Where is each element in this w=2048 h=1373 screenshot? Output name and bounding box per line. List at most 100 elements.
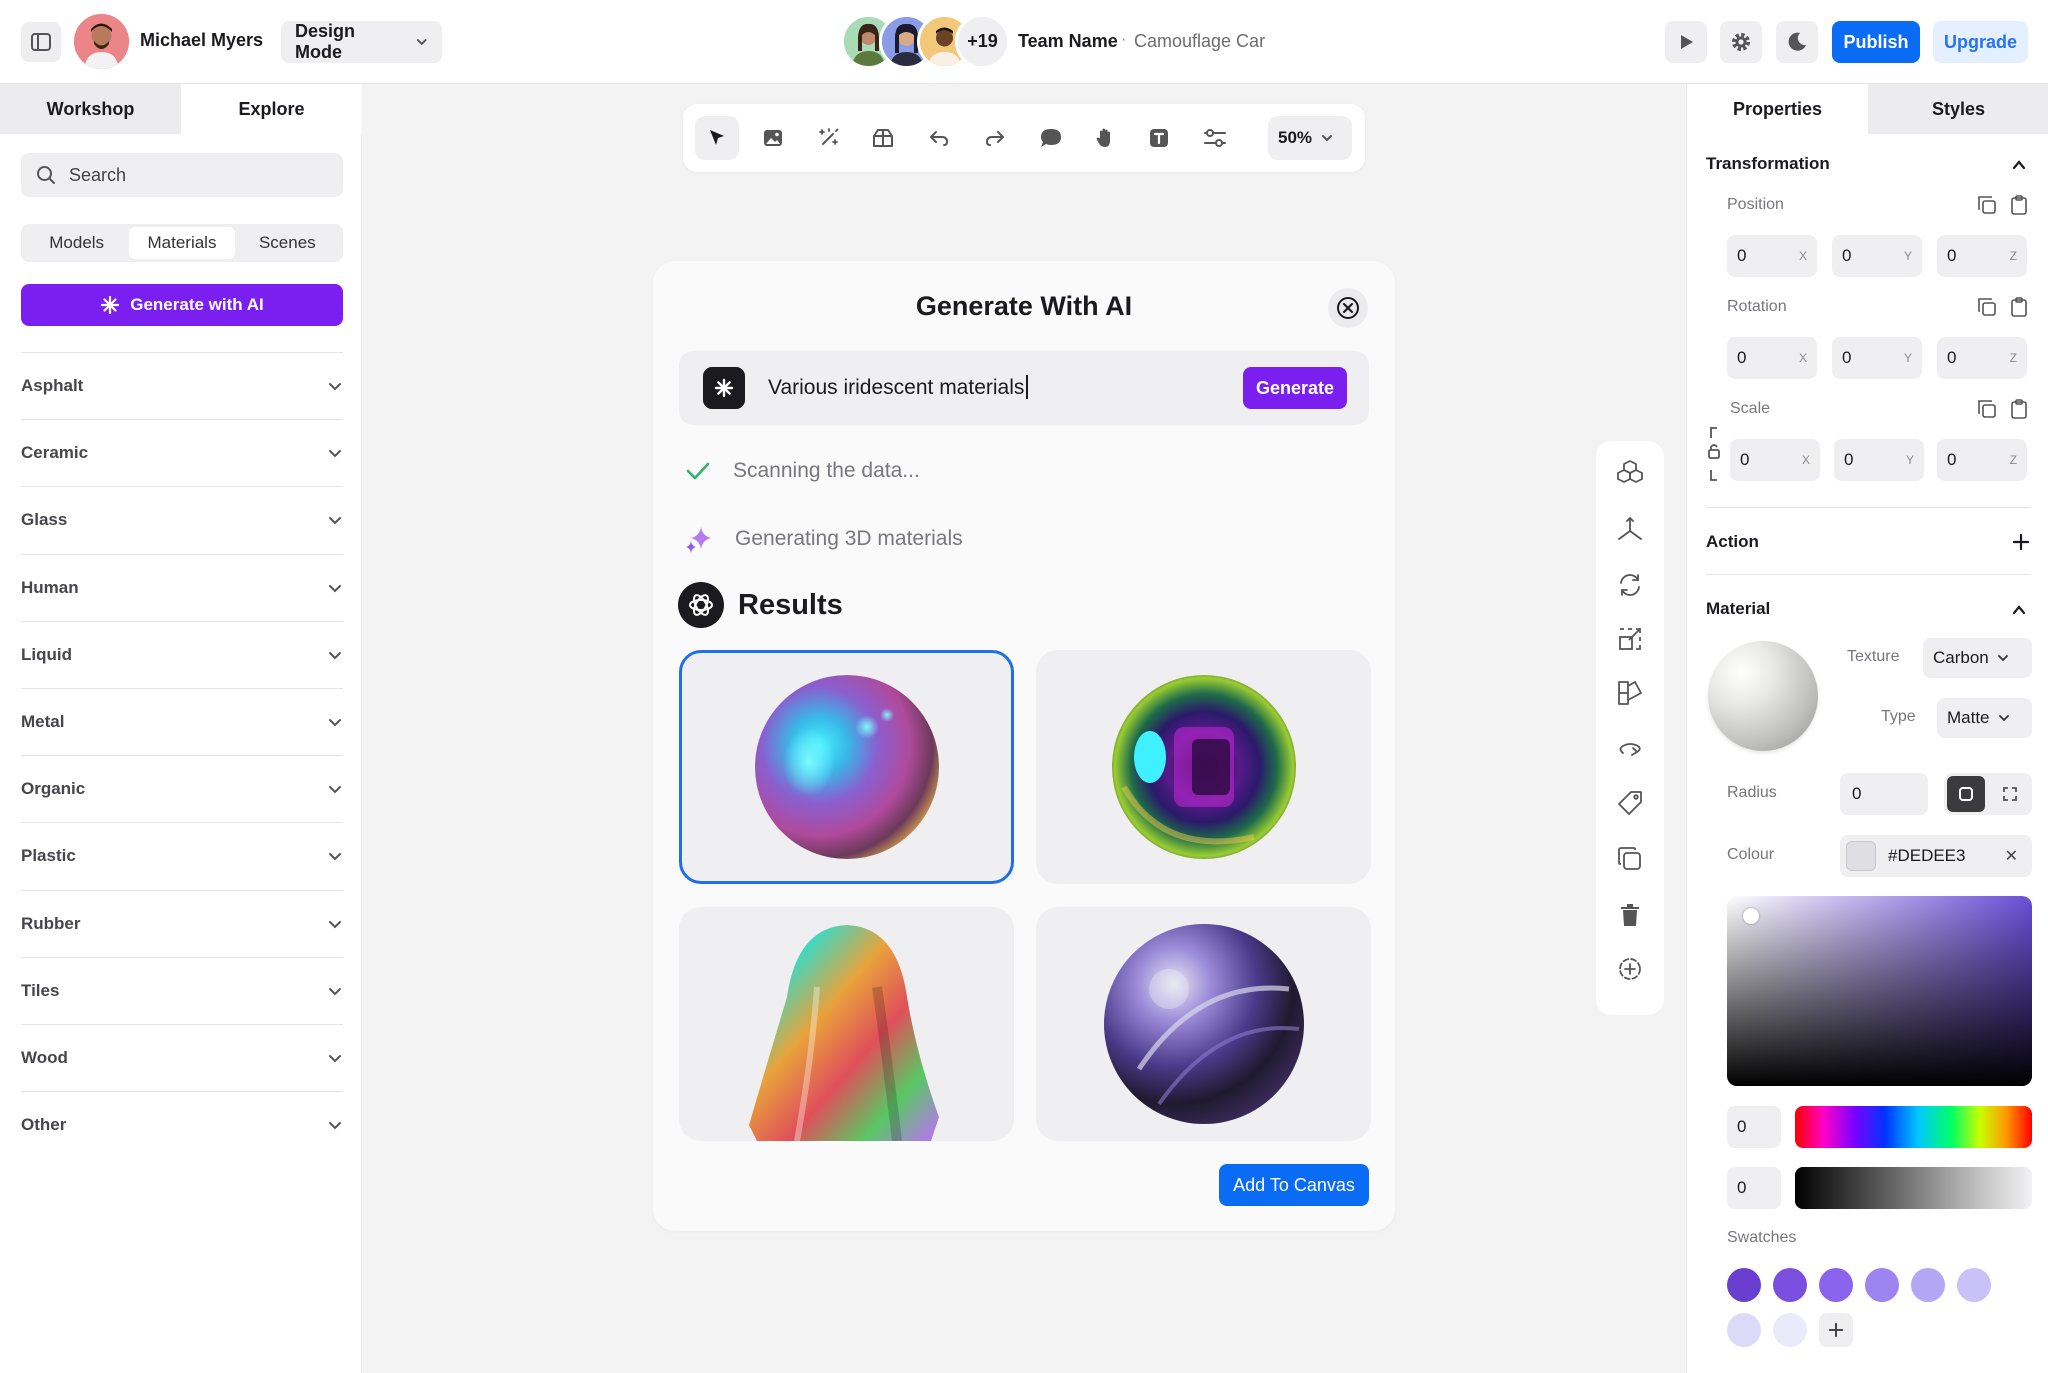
shapes-tool[interactable] [1608,671,1652,715]
clipboard-icon[interactable] [2008,296,2030,318]
tag-tool[interactable] [1608,781,1652,825]
comment-tool[interactable] [1029,116,1073,160]
colour-input[interactable]: #DEDEE3 ✕ [1840,835,2032,877]
prompt-field[interactable]: Various iridescent materials Generate [679,351,1369,425]
copy-icon[interactable] [1976,296,1998,318]
prompt-input[interactable]: Various iridescent materials [768,376,1024,399]
uniform-corners-button[interactable] [1947,776,1985,812]
texture-select[interactable]: Carbon [1923,638,2032,678]
components-tool[interactable] [1608,451,1652,495]
result-card[interactable] [679,650,1014,884]
rotate-tool[interactable] [1608,563,1652,607]
magic-wand-tool[interactable] [807,116,851,160]
category-item[interactable]: Tiles [21,956,343,1024]
upgrade-button[interactable]: Upgrade [1933,21,2028,63]
clipboard-icon[interactable] [2008,194,2030,216]
category-item[interactable]: Asphalt [21,352,343,419]
clipboard-icon[interactable] [2008,398,2030,420]
tab-styles[interactable]: Styles [1868,84,2048,134]
result-card[interactable] [1036,907,1371,1141]
duplicate-tool[interactable] [1608,837,1652,881]
theme-toggle-button[interactable] [1776,21,1818,63]
segment-scenes[interactable]: Scenes [235,227,340,259]
generate-button[interactable]: Generate [1243,367,1347,409]
category-item[interactable]: Glass [21,486,343,553]
category-item[interactable]: Ceramic [21,419,343,486]
swatch[interactable] [1773,1268,1807,1302]
swatch[interactable] [1727,1268,1761,1302]
play-button[interactable] [1665,21,1707,63]
text-tool[interactable] [1137,116,1181,160]
adjustments-tool[interactable] [1193,116,1237,160]
type-select[interactable]: Matte [1937,698,2032,738]
scale-tool[interactable] [1608,617,1652,661]
focus-tool[interactable] [1608,947,1652,991]
category-item[interactable]: Plastic [21,822,343,889]
category-item[interactable]: Liquid [21,620,343,688]
position-z-input[interactable]: 0Z [1937,235,2027,277]
category-item[interactable]: Human [21,553,343,621]
colour-picker-handle[interactable] [1743,908,1759,924]
tab-explore[interactable]: Explore [181,84,362,134]
scale-y-input[interactable]: 0Y [1834,439,1924,481]
segment-models[interactable]: Models [24,227,129,259]
collapse-transformation-button[interactable] [2007,153,2031,177]
result-card[interactable] [679,907,1014,1141]
delete-tool[interactable] [1608,893,1652,937]
undo-button[interactable] [917,116,961,160]
swatch[interactable] [1957,1268,1991,1302]
swatch[interactable] [1773,1313,1807,1347]
rotation-y-input[interactable]: 0Y [1832,337,1922,379]
prompt-input-wrap[interactable]: Various iridescent materials [768,375,1029,400]
zoom-select[interactable]: 50% [1268,116,1352,160]
category-item[interactable]: Other [21,1091,343,1158]
hue-input[interactable]: 0 [1727,1106,1781,1148]
box-tool[interactable] [861,116,905,160]
tab-workshop[interactable]: Workshop [0,84,181,134]
close-button[interactable] [1328,288,1368,328]
colour-chip[interactable] [1846,841,1876,871]
position-y-input[interactable]: 0Y [1832,235,1922,277]
add-action-button[interactable] [2009,530,2033,554]
user-avatar[interactable] [74,14,129,69]
individual-corners-button[interactable] [1991,776,2029,812]
category-item[interactable]: Rubber [21,889,343,957]
swatch[interactable] [1911,1268,1945,1302]
segment-materials[interactable]: Materials [129,227,235,259]
orbit-tool[interactable] [1608,727,1652,771]
copy-icon[interactable] [1976,194,1998,216]
publish-button[interactable]: Publish [1832,21,1920,63]
add-to-canvas-button[interactable]: Add To Canvas [1219,1164,1369,1206]
rotation-z-input[interactable]: 0Z [1937,337,2027,379]
swatch[interactable] [1819,1268,1853,1302]
category-item[interactable]: Organic [21,755,343,822]
hue-slider[interactable] [1795,1106,2032,1148]
colour-picker-area[interactable] [1727,896,2032,1086]
alpha-slider[interactable] [1795,1167,2032,1209]
scale-x-input[interactable]: 0X [1730,439,1820,481]
alpha-input[interactable]: 0 [1727,1167,1781,1209]
axes-tool[interactable] [1608,507,1652,551]
rotation-x-input[interactable]: 0X [1727,337,1817,379]
radius-input[interactable]: 0 [1840,773,1928,815]
position-x-input[interactable]: 0X [1727,235,1817,277]
lock-ratio-icon[interactable] [1707,426,1721,482]
add-swatch-button[interactable] [1819,1313,1853,1347]
category-item[interactable]: Wood [21,1023,343,1091]
category-item[interactable]: Metal [21,687,343,755]
result-card[interactable] [1036,650,1371,884]
swatch[interactable] [1865,1268,1899,1302]
generate-with-ai-button[interactable]: Generate with AI [21,284,343,326]
copy-icon[interactable] [1976,398,1998,420]
clear-colour-icon[interactable]: ✕ [2005,846,2018,866]
collapse-material-button[interactable] [2007,598,2031,622]
settings-button[interactable] [1720,21,1762,63]
search-input[interactable]: Search [21,153,343,197]
redo-button[interactable] [973,116,1017,160]
scale-z-input[interactable]: 0Z [1937,439,2027,481]
swatch[interactable] [1727,1313,1761,1347]
sidebar-toggle-button[interactable] [21,22,61,62]
select-tool[interactable] [695,116,739,160]
hand-tool[interactable] [1083,116,1127,160]
tab-properties[interactable]: Properties [1687,84,1868,134]
